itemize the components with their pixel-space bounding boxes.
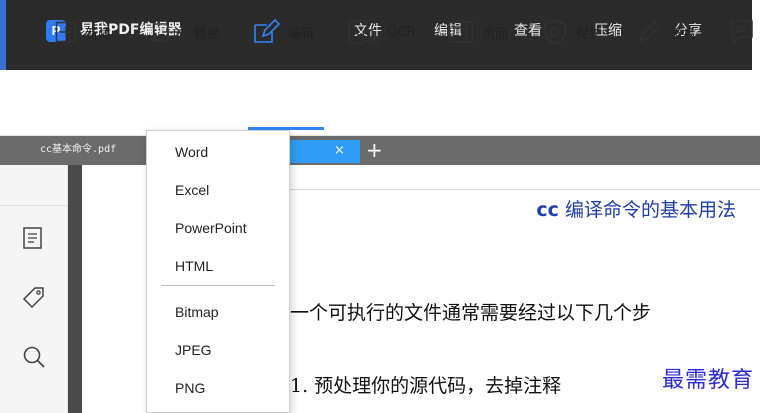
page-header-rule [290,189,760,190]
protect-button[interactable]: 保护 [542,18,602,46]
convert-icon [151,23,182,41]
edit-label: 编辑 [288,26,315,42]
document-title: cc 编译命令的基本用法 [536,195,736,222]
convert-to-powerpoint[interactable]: PowerPoint [147,211,289,245]
convert-to-word[interactable]: Word [147,135,289,169]
convert-to-bitmap[interactable]: Bitmap [147,295,289,329]
menu-view[interactable]: 查看 [514,22,542,40]
sign-label: 签名 [670,26,697,42]
comment-icon [731,20,753,44]
protect-label: 保护 [576,26,603,42]
thumbnails-icon[interactable] [22,226,44,254]
convert-to-png[interactable]: PNG [147,371,289,405]
convert-to-excel[interactable]: Excel [147,173,289,207]
comment-button[interactable] [730,18,754,46]
shield-icon [544,19,566,45]
tab-active[interactable] [290,140,360,163]
plus-square-icon [55,21,77,43]
new-button[interactable]: 新建 [55,18,111,46]
add-tab-icon[interactable]: + [366,138,383,162]
new-label: 新建 [85,26,112,42]
tab-document[interactable]: cc基本命令.pdf [10,140,146,163]
page-button[interactable]: 页面 [448,18,508,46]
bookmark-tag-icon[interactable] [22,286,46,314]
ocr-label: OCR [387,24,416,40]
edit-button[interactable]: 编辑 [252,18,314,46]
convert-button[interactable]: 转换 [150,18,220,46]
tab-close-icon[interactable]: × [334,142,345,160]
page-gutter [68,165,82,413]
document-title-cc: cc [536,199,559,221]
search-icon[interactable] [22,345,46,373]
ocr-button[interactable]: OCR [347,18,415,46]
document-line-2: 1. 预处理你的源代码，去掉注释 [290,375,562,397]
convert-to-jpeg[interactable]: JPEG [147,333,289,367]
ocr-scan-icon [348,20,379,45]
watermark: 最需教育 [661,368,754,393]
page-layout-icon [448,21,474,43]
sign-button[interactable]: 签名 [636,18,696,46]
pen-edit-icon [254,19,280,43]
window-edge-left [0,0,6,70]
page-label: 页面 [482,26,509,42]
convert-label: 转换 [194,26,221,42]
document-line-1: 一个可执行的文件通常需要经过以下几个步 [290,302,652,324]
toolbar [0,70,760,136]
pen-sign-icon [638,20,661,43]
document-title-rest: 编译命令的基本用法 [558,199,736,221]
side-panel-divider [0,205,68,206]
convert-dropdown: Word Excel PowerPoint HTML Bitmap JPEG P… [146,130,290,413]
dropdown-separator [161,285,275,286]
convert-to-html[interactable]: HTML [147,249,289,283]
